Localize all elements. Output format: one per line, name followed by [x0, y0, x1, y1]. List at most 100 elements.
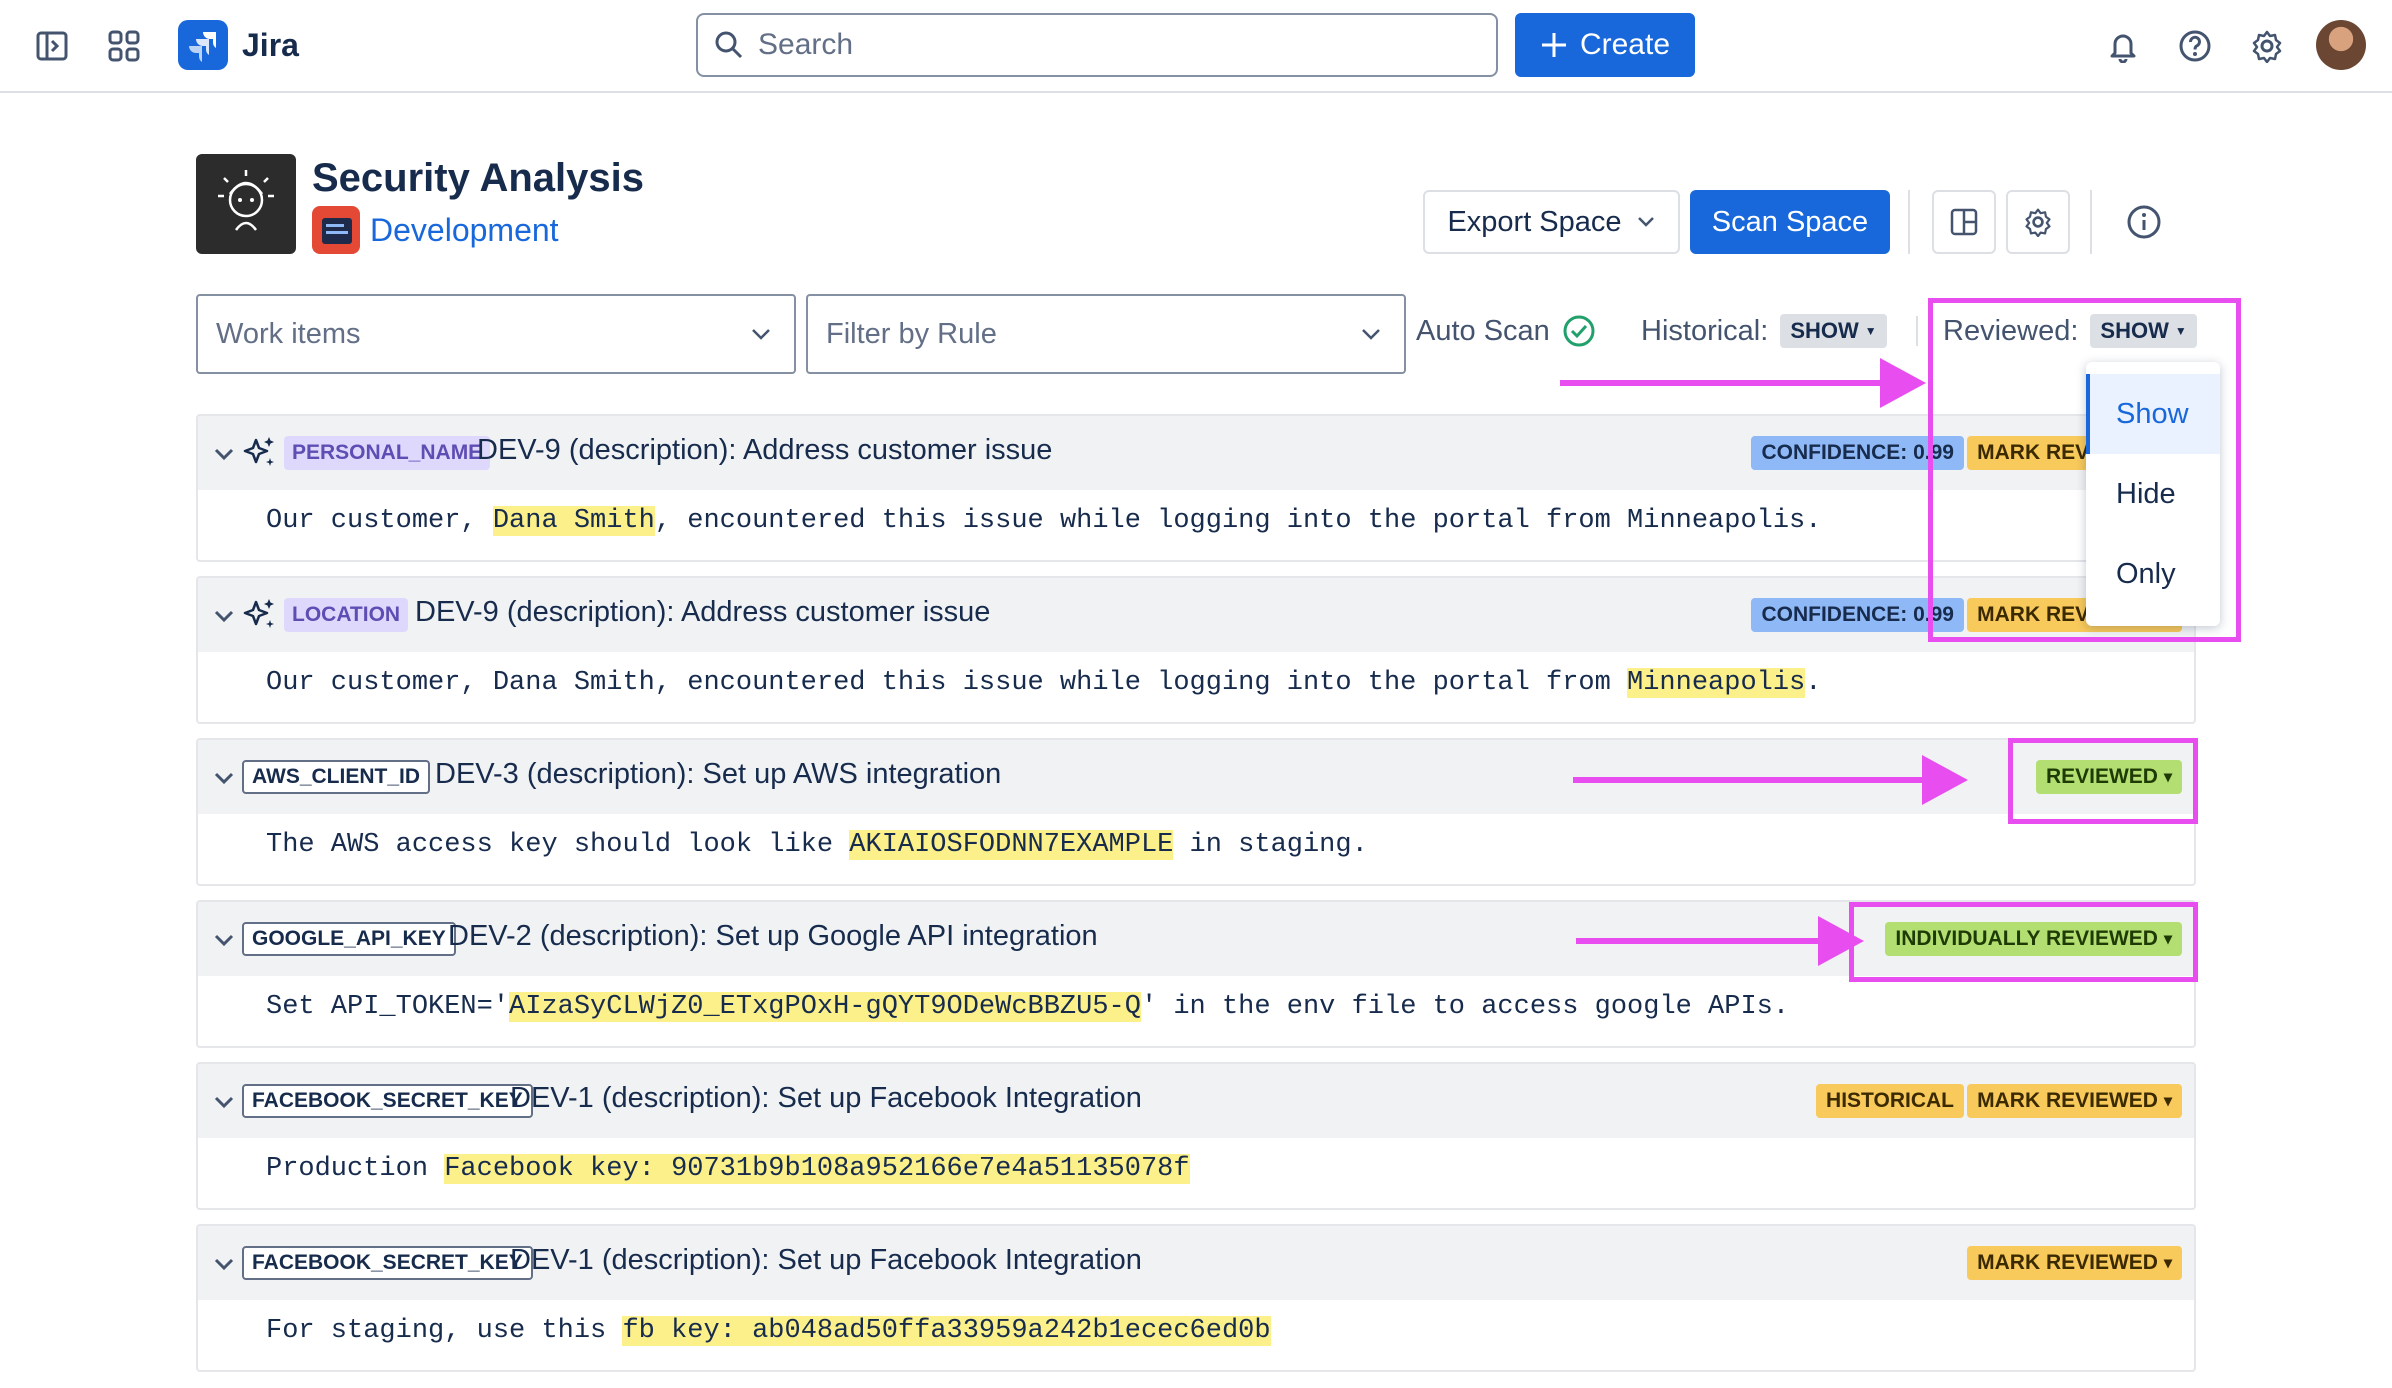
- auto-scan-status: Auto Scan: [1416, 314, 1596, 348]
- space-project-icon: [312, 206, 360, 254]
- historical-dropdown[interactable]: SHOW ▼: [1780, 314, 1887, 348]
- caret-down-icon: ▼: [1864, 324, 1877, 338]
- work-items-select[interactable]: Work items: [196, 294, 796, 374]
- sidebar-toggle-icon[interactable]: [28, 22, 76, 70]
- snippet-text: ' in the env file to access google APIs.: [1140, 992, 1790, 1022]
- finding-title: DEV-9 (description): Address customer is…: [415, 596, 991, 628]
- finding-card: PERSONAL_NAME DEV-9 (description): Addres…: [196, 414, 2196, 562]
- toolbar-divider: [1908, 190, 1910, 254]
- chevron-down-icon: [1362, 329, 1380, 340]
- finding-snippet: Set API_TOKEN='AIzaSyCLWjZ0_ETxgPOxH-gQY…: [266, 992, 1789, 1022]
- space-subtitle: Development: [370, 211, 559, 248]
- page-title: Security Analysis: [312, 156, 645, 200]
- finding-card: FACEBOOK_SECRET_KEY DEV-1 (description): …: [196, 1062, 2196, 1210]
- rule-tag: FACEBOOK_SECRET_KEY: [242, 1246, 533, 1280]
- historical-label: Historical:: [1641, 314, 1769, 347]
- search-icon: [715, 31, 743, 59]
- finding-snippet: The AWS access key should look like AKIA…: [266, 830, 1368, 860]
- finding-snippet: Production Facebook key: 90731b9b108a952…: [266, 1154, 1190, 1184]
- finding-header[interactable]: FACEBOOK_SECRET_KEY DEV-1 (description): …: [198, 1226, 2194, 1300]
- snippet-text: Production: [266, 1154, 445, 1184]
- filter-divider: [1916, 316, 1918, 346]
- space-avatar-image: [196, 154, 296, 254]
- snippet-highlight: AIzaSyCLWjZ0_ETxgPOxH-gQYT9ODeWcBBZU5-Q: [509, 992, 1141, 1022]
- snippet-text: The AWS access key should look like: [266, 830, 850, 860]
- chevron-down-icon: [752, 329, 770, 340]
- user-avatar[interactable]: [2316, 20, 2366, 70]
- ai-sparkle-icon: [243, 599, 274, 628]
- historical-badge: HISTORICAL: [1816, 1084, 1964, 1118]
- auto-scan-label: Auto Scan: [1416, 314, 1550, 347]
- create-button[interactable]: Create: [1515, 13, 1695, 77]
- snippet-highlight: Minneapolis: [1627, 668, 1806, 698]
- jira-logo-icon: [178, 20, 228, 70]
- layout-panel-icon: [1950, 208, 1978, 236]
- confidence-label: CONFIDENCE: 0.99: [1761, 441, 1954, 464]
- ai-sparkle-icon: [243, 437, 274, 466]
- rule-tag: LOCATION: [284, 598, 409, 632]
- snippet-text: Set API_TOKEN=': [266, 992, 510, 1022]
- confidence-label: CONFIDENCE: 0.99: [1761, 603, 1954, 626]
- finding-snippet: Our customer, Dana Smith, encountered th…: [266, 668, 1821, 698]
- rule-tag: PERSONAL_NAME: [284, 436, 491, 470]
- finding-title: DEV-1 (description): Set up Facebook Int…: [510, 1244, 1142, 1276]
- annotation-box-reviewed-filter: [1928, 298, 2241, 642]
- rule-filter-placeholder: Filter by Rule: [826, 317, 997, 350]
- chevron-down-icon[interactable]: [210, 440, 238, 468]
- help-icon[interactable]: [2171, 22, 2219, 70]
- space-settings-button[interactable]: [2006, 190, 2070, 254]
- search-input[interactable]: [758, 28, 1458, 62]
- historical-value: SHOW: [1790, 318, 1859, 343]
- finding-header[interactable]: LOCATION DEV-9 (description): Address cus…: [198, 578, 2194, 652]
- finding-snippet: Our customer, Dana Smith, encountered th…: [266, 506, 1821, 536]
- mark-reviewed-label: MARK REVIEWED: [1977, 1089, 2158, 1112]
- export-space-label: Export Space: [1447, 205, 1622, 238]
- finding-header[interactable]: PERSONAL_NAME DEV-9 (description): Addres…: [198, 416, 2194, 490]
- snippet-text: in staging.: [1173, 830, 1368, 860]
- chevron-down-icon[interactable]: [210, 602, 238, 630]
- annotation-arrow: [1560, 358, 1926, 408]
- notifications-bell-icon[interactable]: [2099, 22, 2147, 70]
- annotation-box-reviewed-badge: [2008, 738, 2198, 824]
- scan-space-label: Scan Space: [1711, 205, 1869, 238]
- gear-icon: [2025, 208, 2051, 237]
- chevron-down-icon[interactable]: [210, 764, 238, 792]
- finding-header[interactable]: FACEBOOK_SECRET_KEY DEV-1 (description): …: [198, 1064, 2194, 1138]
- snippet-text: For staging, use this: [266, 1316, 623, 1346]
- finding-title: DEV-3 (description): Set up AWS integrat…: [435, 758, 1002, 790]
- chevron-down-icon[interactable]: [210, 1088, 238, 1116]
- snippet-text: , encountered this issue while logging i…: [654, 506, 1822, 536]
- finding-snippet: For staging, use this fb key: ab048ad50f…: [266, 1316, 1271, 1346]
- mark-reviewed-label: MARK REVIEWED: [1977, 1251, 2158, 1274]
- info-icon[interactable]: [2120, 198, 2168, 246]
- snippet-highlight: fb key: ab048ad50ffa33959a242b1ecec6ed0b: [622, 1316, 1271, 1346]
- mark-reviewed-button[interactable]: MARK REVIEWED ▾: [1967, 1246, 2182, 1280]
- chevron-down-icon[interactable]: [210, 1250, 238, 1278]
- space-link[interactable]: Development: [312, 206, 559, 254]
- caret-down-icon: ▾: [2163, 1093, 2172, 1110]
- annotation-arrow: [1573, 755, 1968, 805]
- app-name: Jira: [242, 26, 299, 63]
- rule-tag: GOOGLE_API_KEY: [242, 922, 456, 956]
- snippet-text: Our customer, Dana Smith, encountered th…: [266, 668, 1628, 698]
- export-space-button[interactable]: Export Space: [1423, 190, 1680, 254]
- app-switcher-icon[interactable]: [100, 22, 148, 70]
- scan-space-button[interactable]: Scan Space: [1690, 190, 1890, 254]
- top-nav: Jira Create: [0, 0, 2392, 93]
- settings-gear-icon[interactable]: [2243, 22, 2291, 70]
- jira-logo[interactable]: Jira: [178, 20, 299, 70]
- rule-tag: AWS_CLIENT_ID: [242, 760, 431, 794]
- rule-filter-select[interactable]: Filter by Rule: [806, 294, 1406, 374]
- search-box[interactable]: [696, 13, 1498, 77]
- check-circle-icon: [1563, 315, 1595, 347]
- finding-title: DEV-2 (description): Set up Google API i…: [448, 920, 1098, 952]
- finding-card: FACEBOOK_SECRET_KEY DEV-1 (description): …: [196, 1224, 2196, 1372]
- finding-card: LOCATION DEV-9 (description): Address cus…: [196, 576, 2196, 724]
- chevron-down-icon[interactable]: [210, 926, 238, 954]
- annotation-box-individually-reviewed-badge: [1849, 902, 2198, 982]
- snippet-highlight: Dana Smith: [492, 506, 655, 536]
- layout-toggle-button[interactable]: [1932, 190, 1996, 254]
- mark-reviewed-button[interactable]: MARK REVIEWED ▾: [1967, 1084, 2182, 1118]
- historical-filter: Historical: SHOW ▼: [1641, 314, 1887, 348]
- historical-label: HISTORICAL: [1826, 1089, 1954, 1112]
